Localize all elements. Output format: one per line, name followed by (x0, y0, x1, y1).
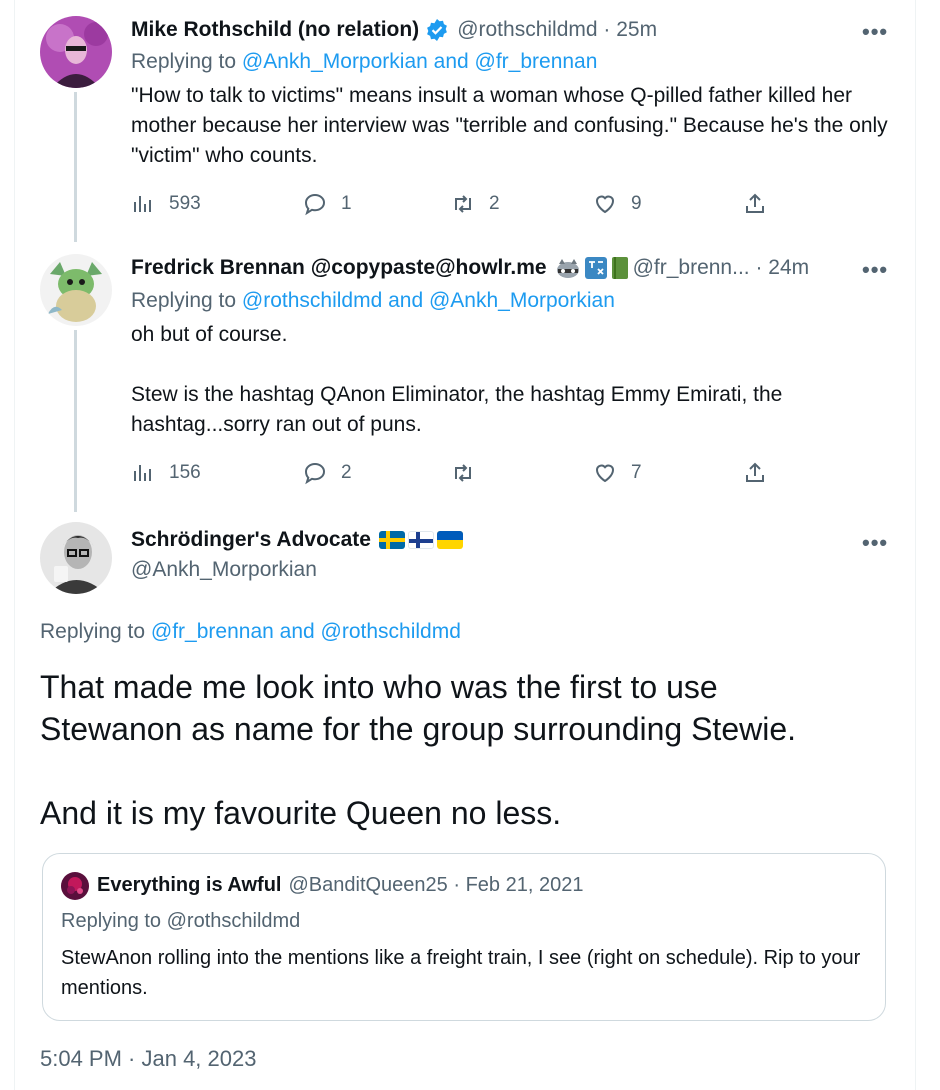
author-name[interactable]: Mike Rothschild (no relation) (131, 18, 419, 42)
analytics-icon (134, 196, 151, 212)
reply-count: 1 (341, 193, 352, 214)
tweet-text: Stew is the hashtag QAnon Eliminator, th… (131, 383, 783, 436)
separator: · (597, 18, 617, 41)
more-options-button[interactable]: ••• (862, 530, 888, 556)
quote-author-name: Everything is Awful (97, 874, 282, 896)
verified-icon (425, 18, 449, 42)
tweet-time[interactable]: 24m (768, 256, 809, 280)
views-button[interactable]: 593 (131, 192, 201, 216)
reply-mentions[interactable]: @Ankh_Morporkian and @fr_brennan (242, 50, 598, 73)
heart-icon (595, 195, 615, 214)
views-button[interactable]: 156 (131, 461, 201, 485)
separator: · (749, 256, 769, 279)
main-tweet-paragraph: And it is my favourite Queen no less. (40, 795, 562, 831)
share-icon (746, 462, 764, 482)
tweet-header: Fredrick Brennan @copypaste@howlr.me @fr… (131, 256, 809, 280)
thread-connector (74, 92, 77, 242)
analytics-icon (134, 465, 151, 481)
finland-flag-icon (407, 531, 434, 549)
reply-prefix: Replying to (40, 620, 151, 643)
separator: · (447, 874, 466, 896)
reply-prefix: Replying to (131, 50, 242, 73)
more-options-button[interactable]: ••• (862, 19, 888, 45)
raccoon-emoji-icon (555, 257, 581, 279)
reply-mentions[interactable]: @rothschildmd and @Ankh_Morporkian (242, 289, 615, 312)
retweet-icon (455, 195, 471, 213)
main-tweet-text: That made me look into who was the first… (40, 666, 900, 834)
share-button[interactable] (743, 461, 781, 485)
author-handle[interactable]: @Ankh_Morporkian (131, 558, 317, 582)
tweet-text: "How to talk to victims" means insult a … (131, 84, 888, 167)
reply-icon (304, 193, 326, 216)
reply-count: 2 (341, 462, 352, 483)
like-count: 9 (631, 193, 642, 214)
reply-context: Replying to @Ankh_Morporkian and @fr_bre… (131, 50, 597, 74)
book-emoji-icon (611, 256, 629, 280)
retweet-button[interactable] (451, 461, 489, 485)
quote-header: Everything is Awful @BanditQueen25 · Feb… (97, 874, 583, 897)
ukraine-flag-icon (436, 531, 463, 549)
reply-button[interactable]: 2 (303, 461, 352, 485)
heart-icon (595, 464, 615, 483)
tweet-header: Mike Rothschild (no relation) @rothschil… (131, 18, 657, 42)
avatar[interactable] (40, 522, 112, 594)
reply-context: Replying to @fr_brennan and @rothschildm… (40, 620, 461, 644)
reply-context: Replying to @rothschildmd and @Ankh_Morp… (131, 289, 615, 313)
more-options-button[interactable]: ••• (862, 257, 888, 283)
like-count: 7 (631, 462, 642, 483)
quote-date: Feb 21, 2021 (465, 874, 584, 896)
author-name[interactable]: Fredrick Brennan @copypaste@howlr.me (131, 256, 547, 280)
quote-reply-context: Replying to @rothschildmd (61, 910, 301, 932)
like-button[interactable]: 7 (593, 461, 642, 485)
quoted-tweet[interactable]: Everything is Awful @BanditQueen25 · Feb… (42, 853, 886, 1021)
share-button[interactable] (743, 192, 781, 216)
reply-icon (304, 462, 326, 485)
author-name[interactable]: Schrödinger's Advocate (131, 528, 371, 552)
retweet-icon (455, 464, 471, 482)
views-count: 593 (169, 193, 201, 214)
author-handle[interactable]: @rothschildmd (457, 18, 597, 42)
tweet-timestamp[interactable]: 5:04 PM · Jan 4, 2023 (40, 1046, 256, 1072)
avatar (61, 872, 89, 900)
avatar[interactable] (40, 254, 112, 326)
views-count: 156 (169, 462, 201, 483)
retweet-count: 2 (489, 193, 500, 214)
sweden-flag-icon (378, 531, 405, 549)
like-button[interactable]: 9 (593, 192, 642, 216)
quote-author-handle: @BanditQueen25 (288, 874, 448, 896)
quote-text: StewAnon rolling into the mentions like … (61, 947, 861, 999)
symbols-emoji-icon (584, 257, 607, 279)
author-handle[interactable]: @fr_brenn... (633, 256, 750, 280)
share-icon (746, 193, 764, 213)
reply-button[interactable]: 1 (303, 192, 352, 216)
avatar[interactable] (40, 16, 112, 88)
reply-mentions[interactable]: @fr_brennan and @rothschildmd (151, 620, 461, 643)
main-tweet-paragraph: That made me look into who was the first… (40, 669, 797, 747)
reply-prefix: Replying to (131, 289, 242, 312)
thread-connector (74, 330, 77, 512)
tweet-header: Schrödinger's Advocate (131, 528, 463, 552)
tweet-time[interactable]: 25m (616, 18, 657, 42)
retweet-button[interactable]: 2 (451, 192, 500, 216)
tweet-text: oh but of course. (131, 323, 288, 346)
